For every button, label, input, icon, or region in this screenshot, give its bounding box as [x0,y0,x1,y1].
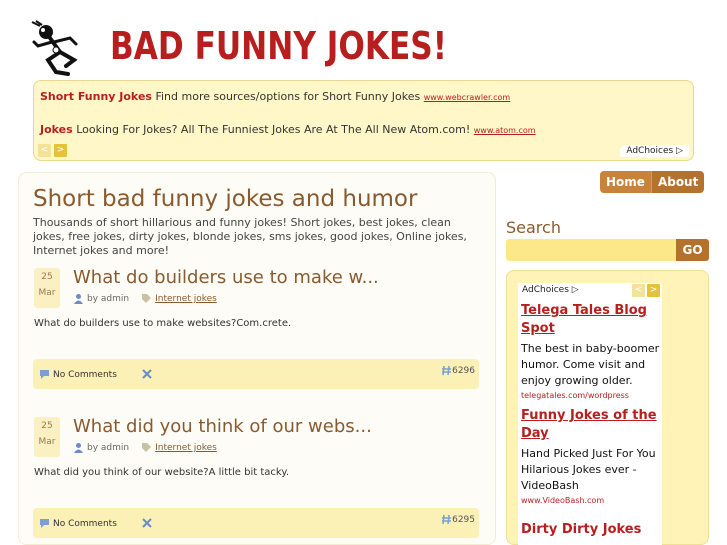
post-day: 25 [41,272,53,282]
ad-text: Find more sources/options for Short Funn… [155,90,421,103]
ad-desc: Hand Picked Just For You Hilarious Jokes… [521,447,656,492]
ad-next-button[interactable]: > [647,284,660,297]
adchoices-link[interactable]: AdChoices ▷ [620,145,689,157]
post-category-link[interactable]: Internet jokes [155,294,217,304]
ad-title[interactable]: Funny Jokes of the Day [521,407,661,443]
search-heading: Search [506,218,561,237]
post-month: Mar [38,288,56,298]
tag-icon [142,443,152,452]
post-meta: by admin Internet jokes [73,293,217,304]
ad-text: Looking For Jokes? All The Funniest Joke… [76,123,471,136]
comment-icon [40,519,49,528]
ad-title[interactable]: Jokes [40,123,73,136]
post-meta: by admin Internet jokes [73,442,217,453]
user-icon [74,294,83,304]
post-category-link[interactable]: Internet jokes [155,443,217,453]
post-date: 25 Mar [34,417,60,457]
post-footer: No Comments 6295 [33,508,479,538]
post-id-text: 6296 [452,365,475,376]
ad-url[interactable]: www.VideoBash.com [521,496,661,505]
post-author-text: by admin [87,443,130,453]
post-month: Mar [38,437,56,447]
ad-desc: The best in baby-boomer humor. Come visi… [521,342,660,387]
site-logo[interactable]: BAD FUNNY JOKES! [18,18,454,80]
ad-item[interactable]: Dirty Dirty Jokes [521,521,661,539]
comments-text: No Comments [53,369,117,380]
ad-item[interactable]: Short Funny Jokes Find more sources/opti… [40,90,510,103]
running-figure-icon [31,20,78,76]
top-ad-banner: Short Funny Jokes Find more sources/opti… [33,80,694,161]
post-id-text: 6295 [452,514,475,525]
share-icon[interactable] [141,368,153,380]
post-date: 25 Mar [34,268,60,308]
search-input[interactable] [506,239,676,261]
comments-link[interactable]: No Comments [39,518,117,529]
ad-title[interactable]: Telega Tales Blog Spot [521,302,661,338]
comment-icon [40,370,49,379]
ad-url[interactable]: telegatales.com/wordpress [521,391,661,400]
ad-next-button[interactable]: > [54,144,67,157]
ad-url[interactable]: www.atom.com [474,126,536,135]
adchoices-link[interactable]: AdChoices ▷ [522,285,579,295]
nav-home[interactable]: Home [600,171,652,193]
nav-about[interactable]: About [651,171,705,193]
post-title[interactable]: What do builders use to make w... [73,267,379,288]
ad-prev-button[interactable]: < [632,284,645,297]
comments-text: No Comments [53,518,117,529]
post-footer: No Comments 6296 [33,359,479,389]
logo-text: BAD FUNNY JOKES! [110,24,447,68]
ad-item[interactable]: Jokes Looking For Jokes? All The Funnies… [40,123,536,136]
search-go-button[interactable]: GO [676,239,709,261]
post-title[interactable]: What did you think of our webs... [73,416,372,437]
hash-icon [442,514,452,525]
ad-title[interactable]: Short Funny Jokes [40,90,152,103]
sidebar-ad: AdChoices ▷ < > Telega Tales Blog Spot T… [518,283,662,545]
post-body: What did you think of our website?A litt… [34,467,290,478]
ad-item[interactable]: Telega Tales Blog Spot The best in baby-… [521,302,661,400]
comments-link[interactable]: No Comments [39,369,117,380]
page-intro: Thousands of short hillarious and funny … [33,216,467,257]
ad-url[interactable]: www.webcrawler.com [424,93,510,102]
post-day: 25 [41,421,53,431]
tag-icon [142,294,152,303]
ad-prev-button[interactable]: < [38,144,51,157]
share-icon[interactable] [141,517,153,529]
post-author-text: by admin [87,294,130,304]
ad-title[interactable]: Dirty Dirty Jokes [521,521,661,539]
hash-icon [442,365,452,376]
post-author: by admin [73,293,129,304]
main-nav: Home About [600,171,705,193]
post-author: by admin [73,442,129,453]
user-icon [74,443,83,453]
post-body: What do builders use to make websites?Co… [34,318,292,329]
ad-item[interactable]: Funny Jokes of the Day Hand Picked Just … [521,407,661,505]
post-id: 6295 [441,514,475,525]
page-title: Short bad funny jokes and humor [33,186,418,212]
post-id: 6296 [441,365,475,376]
